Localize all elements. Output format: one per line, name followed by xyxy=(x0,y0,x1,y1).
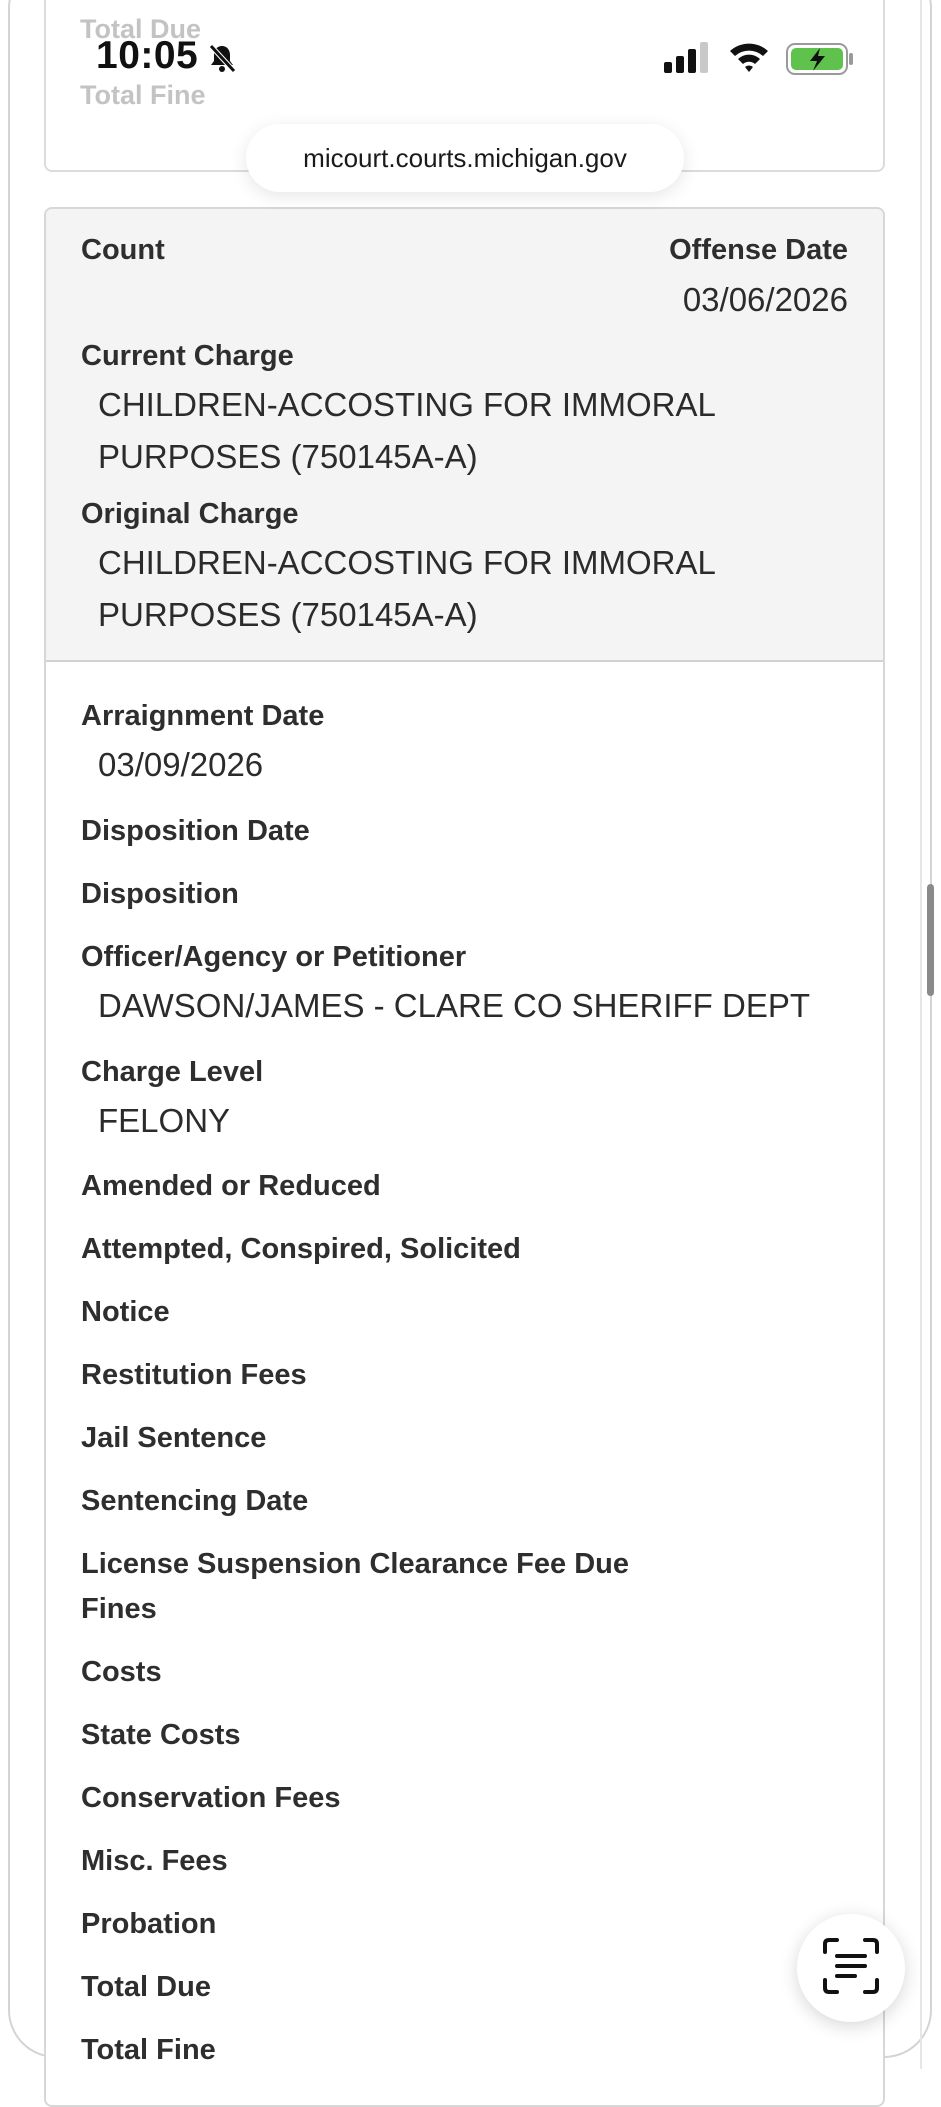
misc-fees-label: Misc. Fees xyxy=(81,1845,228,1877)
officer-value: DAWSON/JAMES - CLARE CO SHERIFF DEPT xyxy=(98,987,811,1024)
notice-label: Notice xyxy=(81,1296,170,1328)
wifi-icon xyxy=(728,40,770,79)
probation-label: Probation xyxy=(81,1908,217,1940)
arraignment-date-value: 03/09/2026 xyxy=(98,746,264,783)
total-fine-label: Total Fine xyxy=(81,2034,216,2066)
page-scrollbar[interactable] xyxy=(927,884,934,996)
costs-label: Costs xyxy=(81,1656,162,1688)
current-charge-line1: CHILDREN-ACCOSTING FOR IMMORAL xyxy=(98,386,716,423)
url-bar[interactable]: micourt.courts.michigan.gov xyxy=(246,124,684,192)
offense-date-label: Offense Date xyxy=(669,234,848,266)
jail-sentence-label: Jail Sentence xyxy=(81,1422,267,1454)
original-charge-label: Original Charge xyxy=(81,498,299,530)
disposition-label: Disposition xyxy=(81,878,239,910)
bell-slash-icon xyxy=(206,42,238,79)
current-charge-line2: PURPOSES (750145A-A) xyxy=(98,438,478,475)
restitution-label: Restitution Fees xyxy=(81,1359,307,1391)
license-fee-label: License Suspension Clearance Fee Due xyxy=(81,1548,629,1580)
status-bar: 10:05 xyxy=(0,0,941,110)
offense-date-value: 03/06/2026 xyxy=(682,281,848,318)
charge-card: Count Offense Date 03/06/2026 Current Ch… xyxy=(44,207,885,2107)
arraignment-date-label: Arraignment Date xyxy=(81,700,325,732)
url-text: micourt.courts.michigan.gov xyxy=(303,142,627,173)
charge-level-label: Charge Level xyxy=(81,1056,264,1088)
live-text-button[interactable] xyxy=(797,1914,905,2022)
total-due-label: Total Due xyxy=(81,1971,211,2003)
state-costs-label: State Costs xyxy=(81,1719,241,1751)
charge-level-value: FELONY xyxy=(98,1102,231,1139)
sentencing-date-label: Sentencing Date xyxy=(81,1485,309,1517)
count-label: Count xyxy=(81,234,165,266)
live-text-scan-icon xyxy=(821,1936,881,2001)
officer-label: Officer/Agency or Petitioner xyxy=(81,941,467,973)
page-edge xyxy=(920,0,922,2069)
amended-label: Amended or Reduced xyxy=(81,1170,381,1202)
original-charge-line1: CHILDREN-ACCOSTING FOR IMMORAL xyxy=(98,544,716,581)
disposition-date-label: Disposition Date xyxy=(81,815,310,847)
attempted-label: Attempted, Conspired, Solicited xyxy=(81,1233,521,1265)
fines-label: Fines xyxy=(81,1593,157,1625)
cellular-signal-icon xyxy=(664,42,712,79)
status-time: 10:05 xyxy=(96,34,199,77)
current-charge-label: Current Charge xyxy=(81,340,294,372)
original-charge-line2: PURPOSES (750145A-A) xyxy=(98,596,478,633)
battery-charging-icon xyxy=(786,42,856,81)
conservation-fees-label: Conservation Fees xyxy=(81,1782,341,1814)
charge-card-header: Count Offense Date 03/06/2026 Current Ch… xyxy=(46,209,883,662)
